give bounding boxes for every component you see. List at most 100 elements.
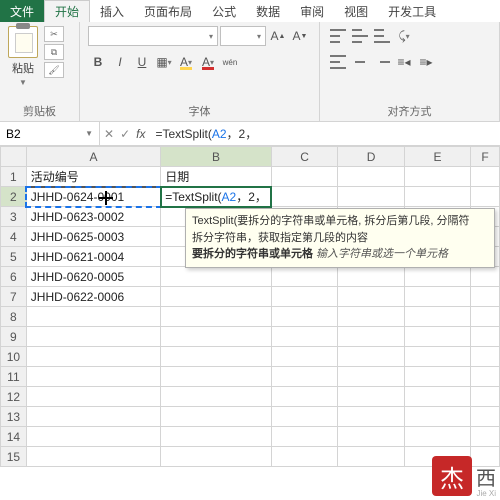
worksheet[interactable]: A B C D E F 1 活动编号 日期 2 JHHD-0624-0001 =…: [0, 146, 500, 467]
copy-button[interactable]: ⧉: [44, 44, 64, 60]
col-header-B[interactable]: B: [161, 147, 272, 167]
cell[interactable]: [471, 407, 500, 427]
cell[interactable]: [338, 267, 404, 287]
fill-color-button[interactable]: A▾: [176, 52, 196, 72]
tab-layout[interactable]: 页面布局: [134, 0, 202, 22]
align-center-button[interactable]: [350, 52, 370, 72]
cell[interactable]: [471, 267, 500, 287]
tab-view[interactable]: 视图: [334, 0, 378, 22]
cell[interactable]: [271, 187, 337, 207]
tab-formulas[interactable]: 公式: [202, 0, 246, 22]
cell[interactable]: [161, 287, 272, 307]
bold-button[interactable]: B: [88, 52, 108, 72]
align-top-button[interactable]: [328, 26, 348, 46]
cell[interactable]: [338, 307, 404, 327]
cell[interactable]: [404, 267, 470, 287]
align-left-button[interactable]: [328, 52, 348, 72]
cell[interactable]: [271, 307, 337, 327]
cell[interactable]: [26, 427, 160, 447]
increase-indent-button[interactable]: ≡▸: [416, 52, 436, 72]
col-header-C[interactable]: C: [271, 147, 337, 167]
row-header[interactable]: 13: [1, 407, 27, 427]
cell[interactable]: [26, 307, 160, 327]
cell-A2[interactable]: JHHD-0624-0001: [26, 187, 160, 207]
cell[interactable]: [26, 327, 160, 347]
col-header-D[interactable]: D: [338, 147, 404, 167]
underline-button[interactable]: U: [132, 52, 152, 72]
cell[interactable]: [26, 367, 160, 387]
cell[interactable]: [161, 307, 272, 327]
cell[interactable]: [26, 347, 160, 367]
cell[interactable]: [338, 447, 404, 467]
row-header[interactable]: 2: [1, 187, 27, 207]
row-header[interactable]: 5: [1, 247, 27, 267]
cell[interactable]: [271, 367, 337, 387]
font-family-combo[interactable]: ▾: [88, 26, 218, 46]
increase-font-button[interactable]: A▲: [268, 26, 288, 46]
paste-button[interactable]: 粘贴 ▼: [8, 26, 38, 87]
cell[interactable]: [471, 387, 500, 407]
row-header[interactable]: 14: [1, 427, 27, 447]
cell[interactable]: [471, 367, 500, 387]
cell[interactable]: [271, 447, 337, 467]
cell[interactable]: [271, 167, 337, 187]
cell[interactable]: [26, 387, 160, 407]
cell[interactable]: [338, 347, 404, 367]
format-painter-button[interactable]: 🖌: [44, 62, 64, 78]
cell[interactable]: [404, 367, 470, 387]
orientation-button[interactable]: ⤹▾: [394, 26, 414, 46]
cell[interactable]: [471, 347, 500, 367]
row-header[interactable]: 11: [1, 367, 27, 387]
cell[interactable]: [338, 327, 404, 347]
cell[interactable]: [404, 287, 470, 307]
cell[interactable]: JHHD-0620-0005: [26, 267, 160, 287]
col-header-F[interactable]: F: [471, 147, 500, 167]
cell[interactable]: 活动编号: [26, 167, 160, 187]
cell[interactable]: [161, 407, 272, 427]
cell[interactable]: [271, 407, 337, 427]
cell[interactable]: [161, 427, 272, 447]
align-bottom-button[interactable]: [372, 26, 392, 46]
cell[interactable]: [471, 187, 500, 207]
cell[interactable]: [338, 407, 404, 427]
phonetic-button[interactable]: wén: [220, 52, 240, 72]
tab-dev[interactable]: 开发工具: [378, 0, 446, 22]
cell[interactable]: [271, 327, 337, 347]
cut-button[interactable]: ✂: [44, 26, 64, 42]
row-header[interactable]: 8: [1, 307, 27, 327]
cell[interactable]: [404, 327, 470, 347]
align-middle-button[interactable]: [350, 26, 370, 46]
cell[interactable]: [271, 387, 337, 407]
accept-formula-button[interactable]: ✓: [120, 127, 130, 141]
cell[interactable]: [404, 187, 470, 207]
cell[interactable]: [404, 427, 470, 447]
cell[interactable]: [404, 387, 470, 407]
cell[interactable]: [271, 287, 337, 307]
cancel-formula-button[interactable]: ✕: [104, 127, 114, 141]
name-box[interactable]: B2▼: [0, 122, 100, 145]
cell-B2-editing[interactable]: =TextSplit(A2，2，: [161, 187, 272, 207]
col-header-E[interactable]: E: [404, 147, 470, 167]
font-size-combo[interactable]: ▾: [220, 26, 266, 46]
cell[interactable]: [161, 447, 272, 467]
cell[interactable]: [471, 427, 500, 447]
cell[interactable]: [404, 167, 470, 187]
row-header[interactable]: 15: [1, 447, 27, 467]
cell[interactable]: [338, 367, 404, 387]
cell[interactable]: [271, 347, 337, 367]
cell[interactable]: JHHD-0621-0004: [26, 247, 160, 267]
cell[interactable]: [271, 267, 337, 287]
row-header[interactable]: 6: [1, 267, 27, 287]
cell[interactable]: [471, 307, 500, 327]
select-all-corner[interactable]: [1, 147, 27, 167]
row-header[interactable]: 3: [1, 207, 27, 227]
cell[interactable]: JHHD-0623-0002: [26, 207, 160, 227]
cell[interactable]: [161, 347, 272, 367]
cell[interactable]: [471, 287, 500, 307]
row-header[interactable]: 7: [1, 287, 27, 307]
cell[interactable]: [471, 327, 500, 347]
cell[interactable]: [338, 387, 404, 407]
font-color-button[interactable]: A▾: [198, 52, 218, 72]
cell[interactable]: [161, 387, 272, 407]
cell[interactable]: [161, 327, 272, 347]
